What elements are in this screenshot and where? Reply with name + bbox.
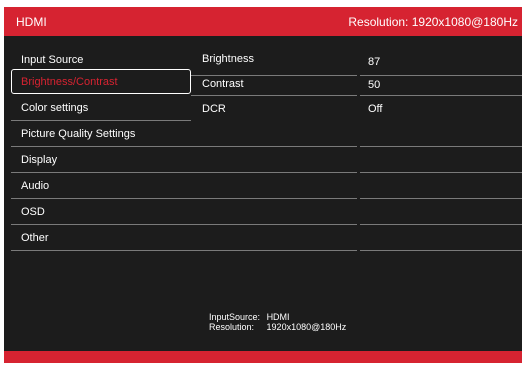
input-title: HDMI xyxy=(16,15,47,29)
row-separator xyxy=(360,95,522,96)
input-info: InputSource: HDMI Resolution: 1920x1080@… xyxy=(209,312,346,332)
menu-item-label: Color settings xyxy=(21,102,89,114)
row-separator xyxy=(360,198,522,199)
row-separator xyxy=(191,75,357,76)
menu-item-label: Audio xyxy=(21,180,50,192)
info-resolution-row: Resolution: 1920x1080@180Hz xyxy=(209,322,346,332)
row-separator xyxy=(360,75,522,76)
menu-item-label: Brightness/Contrast xyxy=(21,76,118,88)
menu-item-audio[interactable]: Audio xyxy=(11,173,191,198)
menu-item-label: Input Source xyxy=(21,54,84,66)
row-separator xyxy=(191,146,357,147)
setting-value-contrast[interactable]: 50 xyxy=(368,79,380,91)
info-input-label: InputSource: xyxy=(209,312,261,322)
menu-item-label: Other xyxy=(21,232,49,244)
menu-item-label: Picture Quality Settings xyxy=(21,128,136,140)
menu-separator xyxy=(11,250,191,251)
row-separator xyxy=(191,172,357,173)
info-resolution-value: 1920x1080@180Hz xyxy=(266,322,347,332)
setting-value-dcr[interactable]: Off xyxy=(368,103,382,115)
osd-menu: HDMI Resolution: 1920x1080@180Hz Input S… xyxy=(4,7,522,363)
row-separator xyxy=(191,95,357,96)
setting-name-contrast: Contrast xyxy=(202,78,244,90)
menu-item-color-settings[interactable]: Color settings xyxy=(11,95,191,120)
osd-header: HDMI Resolution: 1920x1080@180Hz xyxy=(4,7,522,36)
row-separator xyxy=(360,250,522,251)
menu-item-other[interactable]: Other xyxy=(11,225,191,250)
info-input-value: HDMI xyxy=(266,312,290,322)
row-separator xyxy=(360,146,522,147)
menu-item-label: OSD xyxy=(21,206,45,218)
menu-item-picture-quality-settings[interactable]: Picture Quality Settings xyxy=(11,121,191,146)
osd-footer-bar xyxy=(4,351,522,363)
setting-name-brightness: Brightness xyxy=(202,53,254,65)
row-separator xyxy=(360,172,522,173)
row-separator xyxy=(360,224,522,225)
row-separator xyxy=(191,250,357,251)
menu-item-label: Display xyxy=(21,154,58,166)
menu-item-display[interactable]: Display xyxy=(11,147,191,172)
row-separator xyxy=(191,198,357,199)
info-resolution-label: Resolution: xyxy=(209,322,255,332)
info-input-row: InputSource: HDMI xyxy=(209,312,346,322)
setting-name-dcr: DCR xyxy=(202,103,226,115)
menu-item-osd[interactable]: OSD xyxy=(11,199,191,224)
menu-item-brightness-contrast[interactable]: Brightness/Contrast xyxy=(11,69,191,94)
row-separator xyxy=(191,224,357,225)
resolution-readout: Resolution: 1920x1080@180Hz xyxy=(348,15,518,29)
setting-value-brightness[interactable]: 87 xyxy=(368,56,380,68)
